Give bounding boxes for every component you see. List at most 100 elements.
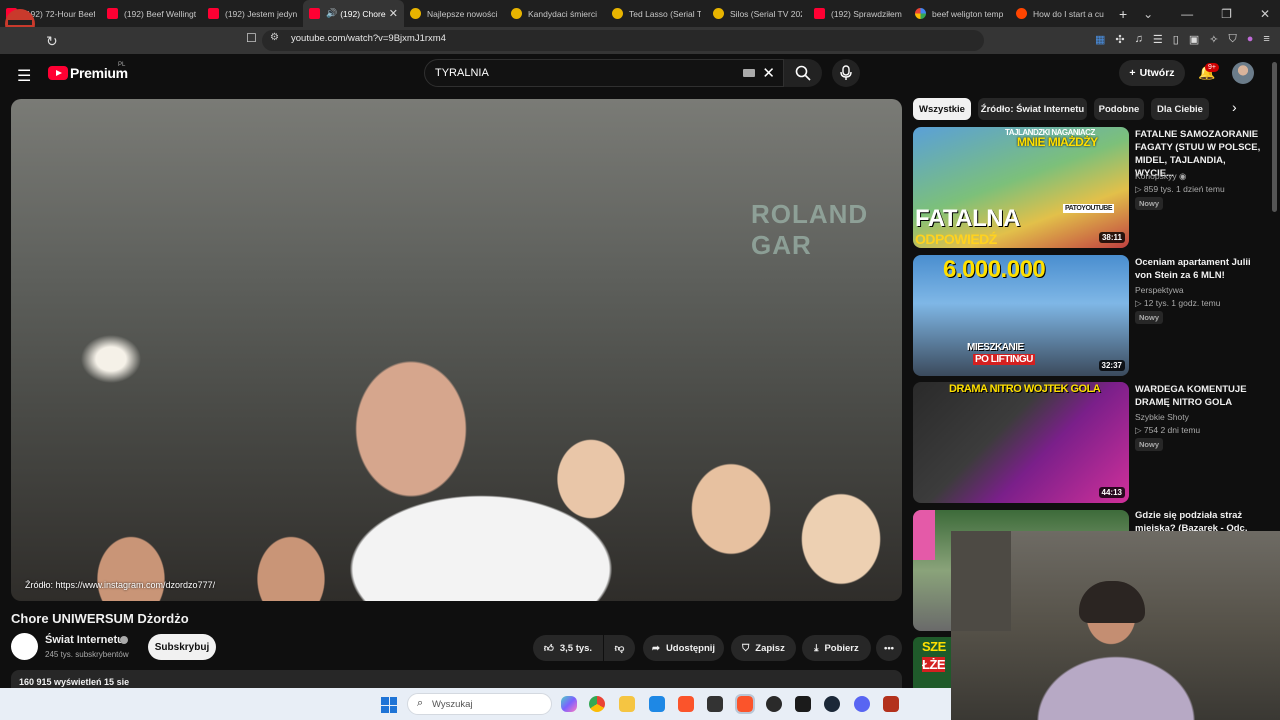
play-icon: ▷	[1135, 425, 1144, 435]
recommendation-thumbnail[interactable]: DRAMA NITRO WOJTEK GOLA 44:13	[913, 382, 1129, 503]
channel-subscribers: 245 tys. subskrybentów	[45, 650, 129, 659]
recommendation-thumbnail[interactable]: TAJLANDZKI NAGANIACZ MNIE MIAŻDŻY FATALN…	[913, 127, 1129, 248]
menu-icon[interactable]: ≡	[1263, 33, 1269, 46]
play-icon: ▷	[1135, 184, 1144, 194]
save-button[interactable]: ⛉ Zapisz	[731, 635, 796, 661]
search-value[interactable]: TYRALNIA	[435, 67, 489, 79]
play-icon: ▷	[1135, 298, 1144, 308]
speaker-icon[interactable]: 🔊	[326, 8, 337, 19]
close-tab-icon[interactable]: ✕	[389, 7, 398, 20]
channel-avatar[interactable]	[11, 633, 38, 660]
restore-icon[interactable]: ❐	[1221, 7, 1232, 21]
youtube-header: ☰ Premium PL TYRALNIA ✕ + Utwórz 🔔 9+	[0, 54, 1280, 94]
keyboard-icon[interactable]	[743, 69, 755, 77]
recommendation-channel[interactable]: Konopskyy ◉	[1135, 171, 1186, 182]
davinci-icon[interactable]	[795, 696, 811, 712]
brave-icon[interactable]	[678, 696, 694, 712]
search-button[interactable]	[784, 59, 822, 87]
music-icon[interactable]: ♫	[1135, 33, 1143, 46]
recommendation-channel[interactable]: Szybkie Shoty	[1135, 412, 1189, 422]
game-launcher-icon[interactable]	[883, 696, 899, 712]
chrome-icon[interactable]	[589, 696, 605, 712]
browser-tab-active[interactable]: 🔊 (192) Chore ✕	[303, 0, 404, 27]
download-button[interactable]: ⤓ Pobierz	[802, 635, 871, 661]
recommendation-meta: ▷ 859 tys. 1 dzień temu	[1135, 184, 1225, 195]
taskbar-search-input[interactable]: ⌕ Wyszukaj	[407, 693, 552, 715]
browser-tab-strip: (192) 72-Hour Beef (192) Beef Wellingt (…	[0, 0, 1280, 27]
leo-icon[interactable]: ●	[1247, 33, 1254, 46]
description-box[interactable]: 160 915 wyświetleń 15 sie	[11, 670, 902, 690]
browser-tab[interactable]: (192) Jestem jedyny	[202, 0, 303, 27]
close-icon[interactable]: ✕	[1260, 7, 1270, 21]
browser-tab[interactable]: How do I start a cu	[1010, 0, 1111, 27]
brave-active-icon[interactable]	[735, 694, 755, 714]
file-explorer-icon[interactable]	[619, 696, 635, 712]
app-icon[interactable]	[707, 696, 723, 712]
recommendation-title[interactable]: Oceniam apartament Julii von Stein za 6 …	[1135, 256, 1263, 282]
recommendation-thumbnail[interactable]: 6.000.000 MIESZKANIE PO LIFTINGU 32:37	[913, 255, 1129, 376]
discord-icon[interactable]	[854, 696, 870, 712]
chip-for-you[interactable]: Dla Ciebie	[1151, 98, 1209, 120]
chip-related[interactable]: Podobne	[1094, 98, 1144, 120]
site-info-icon[interactable]: ⚙	[270, 32, 279, 43]
browser-tab[interactable]: Najlepsze nowości	[404, 0, 505, 27]
vpn-icon[interactable]: ⛉	[1228, 33, 1236, 46]
wallet-icon[interactable]: ▣	[1189, 33, 1199, 46]
recommendation-channel[interactable]: Perspektywa	[1135, 285, 1184, 295]
chevron-right-icon[interactable]: ›	[1232, 99, 1237, 115]
clear-search-icon[interactable]: ✕	[762, 64, 775, 82]
search-input[interactable]: TYRALNIA ✕	[424, 59, 784, 87]
like-button[interactable]: 👍︎ 3,5 tys.	[533, 635, 603, 661]
steam-icon[interactable]	[824, 696, 840, 712]
chip-all[interactable]: Wszystkie	[913, 98, 971, 120]
video-duration: 44:13	[1098, 487, 1125, 498]
channel-name[interactable]: Świat Internetu	[45, 634, 124, 646]
browser-tab[interactable]: beef weligton temp	[909, 0, 1010, 27]
sidebar-icon[interactable]: ▯	[1173, 33, 1179, 46]
browser-tab[interactable]: Ted Lasso (Serial TV	[606, 0, 707, 27]
youtube-logo-icon[interactable]	[48, 66, 68, 80]
minimize-icon[interactable]: —	[1181, 7, 1193, 21]
window-controls: ⌄ — ❐ ✕	[1143, 0, 1270, 27]
hamburger-menu-icon[interactable]: ☰	[17, 66, 31, 86]
copilot-icon[interactable]	[561, 696, 577, 712]
verified-icon	[120, 636, 128, 644]
browser-tab[interactable]: (192) Sprawdziłem	[808, 0, 909, 27]
more-actions-button[interactable]: •••	[876, 635, 902, 661]
list-icon[interactable]: ☰	[1153, 33, 1163, 46]
recommendation-thumbnail[interactable]: SZE ŁŻE	[913, 637, 951, 688]
ai-icon[interactable]: ✧	[1209, 33, 1218, 46]
webcam-overlay	[951, 531, 1280, 720]
windows-start-icon[interactable]	[381, 697, 397, 713]
thumbnail-text: ŁŻE	[922, 657, 946, 672]
reload-icon[interactable]: ↻	[46, 33, 58, 50]
browser-tab[interactable]: Silos (Serial TV 202	[707, 0, 808, 27]
youtube-icon	[309, 8, 320, 19]
voice-search-button[interactable]	[832, 59, 860, 87]
obs-icon[interactable]	[766, 696, 782, 712]
notifications-badge: 9+	[1205, 63, 1219, 72]
browser-tab[interactable]: Kandydaci śmierci	[505, 0, 606, 27]
recommendation-title[interactable]: WARDEGA KOMENTUJE DRAMĘ NITRO GOLA	[1135, 383, 1263, 409]
bookmark-icon[interactable]: ☐	[246, 31, 257, 45]
browser-tab[interactable]: (192) Beef Wellingt	[101, 0, 202, 27]
avatar[interactable]	[1232, 62, 1254, 84]
subscribe-button[interactable]: Subskrybuj	[148, 634, 216, 660]
dislike-button[interactable]: 👎︎	[604, 635, 635, 661]
channel-name[interactable]: Konopskyy	[1135, 171, 1177, 181]
extension-icon[interactable]: ▦	[1095, 33, 1105, 46]
page-scrollbar[interactable]	[1272, 62, 1277, 212]
extensions-bar: ▦ ✣ ♫ ☰ ▯ ▣ ✧ ⛉ ● ≡	[1095, 33, 1270, 46]
create-button[interactable]: + Utwórz	[1119, 60, 1185, 86]
share-button[interactable]: ➦ Udostępnij	[643, 635, 724, 661]
puzzle-icon[interactable]: ✣	[1115, 33, 1124, 46]
share-label: Udostępnij	[665, 642, 716, 654]
url-text[interactable]: youtube.com/watch?v=9BjxmJ1rxm4	[291, 33, 446, 44]
create-label: Utwórz	[1139, 67, 1175, 79]
new-tab-button[interactable]: +	[1119, 6, 1127, 22]
chevron-down-icon[interactable]: ⌄	[1143, 7, 1153, 21]
source-overlay-text: Źródło: https://www.instagram.com/dzordz…	[25, 580, 216, 590]
store-icon[interactable]	[649, 696, 665, 712]
chip-source[interactable]: Źródło: Świat Internetu	[978, 98, 1087, 120]
video-player[interactable]: ROLAND GAR Źródło: https://www.instagram…	[11, 99, 902, 601]
